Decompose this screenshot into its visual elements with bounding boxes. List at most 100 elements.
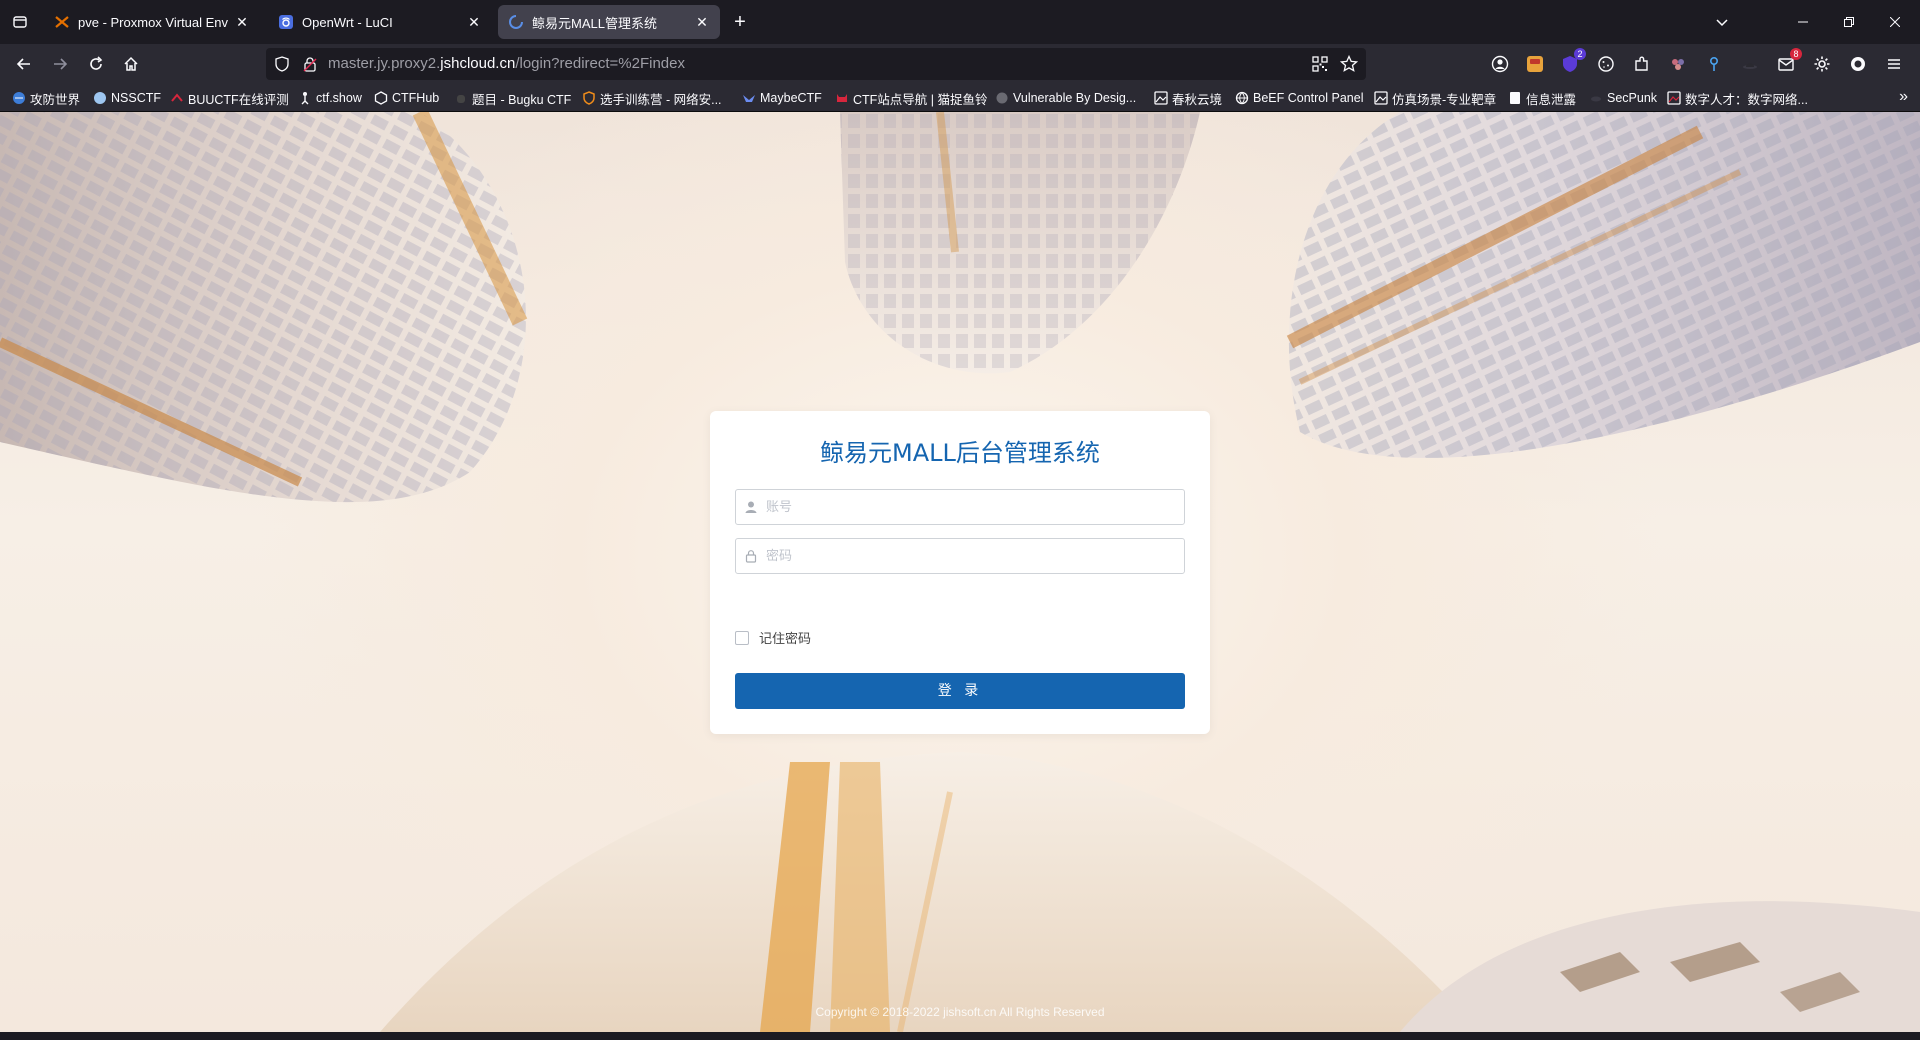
url-prefix: master.jy.proxy2. xyxy=(328,55,441,72)
extension-cookies-button[interactable] xyxy=(1594,52,1618,76)
bookmark-label: 选手训练营 - 网络安... xyxy=(600,92,722,107)
extension-mail-button[interactable]: 8 xyxy=(1774,48,1802,76)
reload-button[interactable] xyxy=(82,50,110,78)
pin-icon xyxy=(1710,56,1719,71)
account-button[interactable] xyxy=(1488,52,1512,76)
close-icon[interactable]: ✕ xyxy=(234,14,250,30)
hat-icon xyxy=(1743,63,1757,69)
password-input[interactable] xyxy=(766,539,1176,573)
bookmark-item[interactable]: ctf.show xyxy=(298,89,362,107)
firefox-view-button[interactable] xyxy=(8,10,32,34)
close-icon[interactable]: ✕ xyxy=(694,14,710,30)
bookmark-label: BUUCTF在线评测 xyxy=(188,92,289,107)
bookmark-item[interactable]: 春秋云境 xyxy=(1154,89,1222,107)
doc-icon xyxy=(1508,91,1522,105)
extension-gear-button[interactable] xyxy=(1810,52,1834,76)
bookmark-label: CTF站点导航 | 猫捉鱼铃 xyxy=(853,92,988,107)
restore-button[interactable] xyxy=(1826,0,1872,44)
extension-dots-button[interactable] xyxy=(1666,52,1690,76)
restore-icon xyxy=(1844,17,1854,27)
openwrt-icon xyxy=(278,14,294,30)
reload-icon xyxy=(90,56,103,70)
bookmark-label: 数字人才：数字网络... xyxy=(1685,92,1808,107)
tab-proxmox[interactable]: pve - Proxmox Virtual Environment ✕ xyxy=(44,5,260,39)
navigation-toolbar: master.jy.proxy2.jshcloud.cn/login?redir… xyxy=(0,44,1920,84)
bookmark-item[interactable]: CTF站点导航 | 猫捉鱼铃 xyxy=(835,89,988,107)
remember-password[interactable]: 记住密码 xyxy=(735,628,811,647)
bookmark-item[interactable]: BUUCTF在线评测 xyxy=(170,89,289,107)
extension-purple-button[interactable]: 2 xyxy=(1558,48,1586,76)
home-button[interactable] xyxy=(117,50,145,78)
bookmark-star-icon[interactable] xyxy=(1340,55,1358,73)
extension-badge: 2 xyxy=(1574,48,1586,60)
extension-cookie-button[interactable] xyxy=(1523,52,1547,76)
bookmark-item[interactable]: Vulnerable By Desig... xyxy=(995,89,1136,107)
url-bar[interactable]: master.jy.proxy2.jshcloud.cn/login?redir… xyxy=(266,48,1366,80)
close-icon[interactable]: ✕ xyxy=(466,14,482,30)
circle-icon xyxy=(1851,57,1865,71)
gear-icon xyxy=(1814,56,1830,72)
tab-title: OpenWrt - LuCI xyxy=(302,14,393,30)
user-icon xyxy=(745,501,757,513)
bookmark-item[interactable]: 选手训练营 - 网络安... xyxy=(582,89,722,107)
shield-icon[interactable] xyxy=(274,56,290,72)
username-field[interactable] xyxy=(735,489,1185,525)
minimize-icon xyxy=(1798,21,1808,23)
cookie-icon xyxy=(1527,56,1543,72)
bookmark-item[interactable]: NSSCTF xyxy=(93,89,161,107)
bookmark-label: BeEF Control Panel xyxy=(1253,91,1364,105)
bookmark-label: ctf.show xyxy=(316,91,362,105)
extension-pin-button[interactable] xyxy=(1702,52,1726,76)
bookmark-item[interactable]: CTFHub xyxy=(374,89,439,107)
bookmark-item[interactable]: SecPunk xyxy=(1589,89,1657,107)
bookmarks-overflow-chevron-icon[interactable]: » xyxy=(1899,88,1908,106)
globe-icon xyxy=(1235,91,1249,105)
ctfshow-icon xyxy=(298,91,312,105)
remember-checkbox[interactable] xyxy=(735,630,749,645)
tab-title: 鲸易元MALL管理系统 xyxy=(532,15,657,31)
shield-icon xyxy=(582,91,596,105)
qr-code-icon[interactable] xyxy=(1312,56,1328,72)
tab-openwrt[interactable]: OpenWrt - LuCI ✕ xyxy=(268,5,492,39)
password-field[interactable] xyxy=(735,538,1185,574)
close-window-button[interactable] xyxy=(1872,0,1918,44)
bookmark-item[interactable]: 数字人才：数字网络... xyxy=(1667,89,1808,107)
extension-circle-button[interactable] xyxy=(1846,52,1870,76)
bookmark-item[interactable]: MaybeCTF xyxy=(742,89,822,107)
list-all-tabs-button[interactable] xyxy=(1710,10,1734,34)
login-button[interactable]: 登 录 xyxy=(735,673,1185,709)
tab-title: pve - Proxmox Virtual Environment xyxy=(78,14,228,30)
bookmark-label: 攻防世界 xyxy=(30,92,81,107)
vuln-icon xyxy=(995,91,1009,105)
copyright-text: Copyright © 2018-2022 jishsoft.cn All Ri… xyxy=(815,1005,1105,1019)
dots-icon xyxy=(1672,59,1684,70)
extensions-button[interactable] xyxy=(1630,52,1654,76)
bookmark-label: 春秋云境 xyxy=(1172,92,1223,107)
bookmark-item[interactable]: BeEF Control Panel xyxy=(1235,89,1363,107)
bookmark-label: CTFHub xyxy=(392,91,440,105)
menu-button[interactable] xyxy=(1882,52,1906,76)
lock-icon[interactable] xyxy=(302,56,318,72)
new-tab-button[interactable]: + xyxy=(728,10,752,34)
tab-mall-admin[interactable]: 鲸易元MALL管理系统 ✕ xyxy=(498,5,720,39)
bookmark-item[interactable]: 题目 - Bugku CTF xyxy=(454,89,571,107)
back-button[interactable] xyxy=(10,50,38,78)
chevron-down-icon xyxy=(1716,19,1728,27)
minimize-button[interactable] xyxy=(1780,0,1826,44)
close-icon xyxy=(1890,17,1900,27)
extension-hat-button[interactable] xyxy=(1738,52,1762,76)
username-input[interactable] xyxy=(766,490,1176,524)
bookmark-item[interactable]: 攻防世界 xyxy=(12,89,80,107)
buu-icon xyxy=(170,91,184,105)
forward-button[interactable] xyxy=(46,50,74,78)
bookmark-label: NSSCTF xyxy=(111,91,161,105)
loading-icon xyxy=(508,14,524,30)
bookmark-item[interactable]: 信息泄露 xyxy=(1508,89,1576,107)
bookmark-item[interactable]: 仿真场景-专业靶章 xyxy=(1374,89,1496,107)
bookmark-label: 信息泄露 xyxy=(1526,92,1577,107)
bookmarks-toolbar: 攻防世界 NSSCTF BUUCTF在线评测 ctf.show CTFHub 题… xyxy=(0,84,1920,112)
bookmark-label: 仿真场景-专业靶章 xyxy=(1392,92,1497,107)
bookmark-label: 题目 - Bugku CTF xyxy=(472,92,572,107)
url-text[interactable]: master.jy.proxy2.jshcloud.cn/login?redir… xyxy=(328,55,685,72)
image-icon xyxy=(1667,91,1681,105)
